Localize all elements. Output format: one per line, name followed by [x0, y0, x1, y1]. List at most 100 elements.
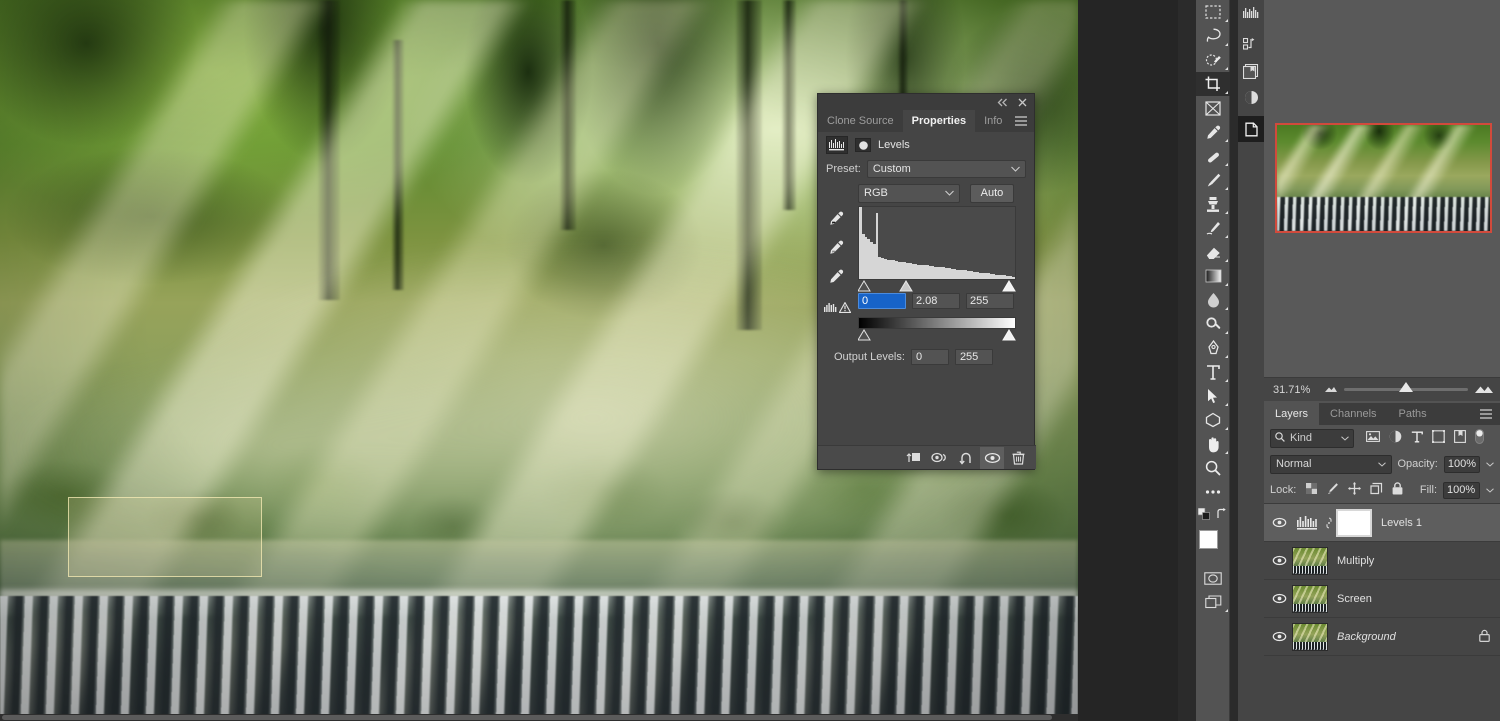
tools-panel[interactable] [1196, 0, 1230, 721]
tool-edit-toolbar[interactable] [1196, 480, 1230, 504]
tool-frame[interactable] [1196, 96, 1230, 120]
tool-quick-selection[interactable] [1196, 48, 1230, 72]
set-black-point-eyedropper[interactable] [828, 210, 845, 230]
tab-channels[interactable]: Channels [1319, 403, 1387, 425]
document-horizontal-scrollbar[interactable] [0, 714, 1078, 721]
tool-hand[interactable] [1196, 432, 1230, 456]
layer-thumbnail[interactable] [1292, 585, 1328, 613]
swap-colors-icon[interactable] [1216, 508, 1228, 520]
filter-pixel-layers-icon[interactable] [1366, 431, 1380, 445]
selection-marquee[interactable] [68, 497, 262, 577]
tab-info[interactable]: Info [975, 110, 1011, 132]
input-gamma-field[interactable]: 2.08 [912, 293, 960, 309]
double-chevron-left-icon[interactable] [994, 95, 1010, 109]
output-levels-slider[interactable] [858, 329, 1016, 341]
libraries-panel-icon[interactable] [1238, 58, 1264, 84]
panel-menu-icon[interactable] [1011, 110, 1031, 132]
levels-adjustment-thumbnail[interactable] [1290, 509, 1324, 537]
zoom-level-value[interactable]: 31.71% [1264, 384, 1324, 396]
layer-visibility-toggle[interactable] [1268, 555, 1290, 566]
tool-pen[interactable] [1196, 336, 1230, 360]
small-mountain-icon[interactable] [1324, 384, 1338, 396]
fill-value[interactable]: 100% [1443, 482, 1480, 499]
blend-mode-select[interactable]: Normal [1270, 455, 1392, 474]
levels-histogram[interactable] [858, 206, 1016, 280]
set-white-point-eyedropper[interactable] [828, 268, 845, 288]
filter-adjustment-layers-icon[interactable] [1389, 430, 1402, 446]
clipping-warning-icon[interactable] [839, 302, 851, 316]
reset-arrow-icon[interactable] [954, 447, 978, 469]
eye-icon[interactable] [980, 447, 1004, 469]
tool-polygon[interactable] [1196, 408, 1230, 432]
table-row[interactable]: Multiply [1264, 542, 1500, 580]
layer-thumbnail[interactable] [1292, 623, 1328, 651]
foreground-color-swatch[interactable] [1199, 530, 1218, 549]
properties-panel-tabs[interactable]: Clone Source Properties Info [818, 110, 1034, 132]
tool-eyedropper[interactable] [1196, 120, 1230, 144]
clipping-preview-icon[interactable] [824, 302, 838, 316]
histogram-panel-icon[interactable] [1238, 0, 1264, 26]
tab-layers[interactable]: Layers [1264, 403, 1319, 425]
zoom-slider-knob[interactable] [1399, 382, 1413, 392]
tool-gradient[interactable] [1196, 264, 1230, 288]
tool-dodge[interactable] [1196, 312, 1230, 336]
tool-blur[interactable] [1196, 288, 1230, 312]
fill-chevron-down-icon[interactable] [1486, 484, 1494, 496]
tool-zoom[interactable] [1196, 456, 1230, 480]
screen-mode-button[interactable] [1196, 590, 1230, 614]
layer-visibility-toggle[interactable] [1268, 517, 1290, 528]
zoom-slider[interactable] [1344, 388, 1468, 391]
layer-thumbnail[interactable] [1292, 547, 1328, 575]
lock-position-icon[interactable] [1348, 482, 1361, 498]
default-colors-icon[interactable] [1198, 508, 1210, 520]
input-white-field[interactable]: 255 [966, 293, 1014, 309]
output-black-field[interactable]: 0 [911, 349, 949, 365]
clip-to-layer-icon[interactable] [902, 447, 926, 469]
actions-panel-icon[interactable] [1238, 32, 1264, 58]
opacity-value[interactable]: 100% [1444, 456, 1480, 473]
trash-icon[interactable] [1006, 447, 1030, 469]
collapsed-panel-rail[interactable] [1238, 0, 1264, 721]
tool-horizontal-type[interactable] [1196, 360, 1230, 384]
layer-visibility-toggle[interactable] [1268, 593, 1290, 604]
properties-panel[interactable]: Clone Source Properties Info [817, 93, 1035, 470]
tab-properties[interactable]: Properties [903, 110, 975, 132]
table-row[interactable]: Screen [1264, 580, 1500, 618]
tool-path-selection[interactable] [1196, 384, 1230, 408]
properties-panel-titlebar[interactable] [818, 94, 1034, 110]
filter-toggle-switch-icon[interactable] [1475, 429, 1484, 447]
layer-mask-thumbnail[interactable] [1336, 509, 1372, 537]
tab-paths[interactable]: Paths [1388, 403, 1438, 425]
layers-panel[interactable]: Layers Channels Paths Kind [1264, 403, 1500, 721]
filter-shape-layers-icon[interactable] [1432, 430, 1445, 446]
tool-spot-healing-brush[interactable] [1196, 144, 1230, 168]
table-row[interactable]: Background [1264, 618, 1500, 656]
output-white-field[interactable]: 255 [955, 349, 993, 365]
color-swatch-controls[interactable] [1196, 504, 1230, 524]
filter-type-layers-icon[interactable] [1411, 431, 1423, 446]
quick-mask-button[interactable] [1196, 566, 1230, 590]
layer-filter-kind-select[interactable]: Kind [1270, 429, 1354, 448]
tool-history-brush[interactable] [1196, 216, 1230, 240]
lock-image-pixels-icon[interactable] [1326, 482, 1339, 498]
lock-transparent-pixels-icon[interactable] [1306, 483, 1317, 497]
layers-panel-tabs[interactable]: Layers Channels Paths [1264, 403, 1500, 425]
scrollbar-thumb[interactable] [2, 715, 1052, 720]
layer-list[interactable]: Levels 1 Multiply Scre [1264, 503, 1500, 656]
set-gray-point-eyedropper[interactable] [828, 239, 845, 259]
tool-crop[interactable] [1196, 72, 1230, 96]
input-black-field[interactable]: 0 [858, 293, 906, 309]
tool-lasso[interactable] [1196, 24, 1230, 48]
table-row[interactable]: Levels 1 [1264, 504, 1500, 542]
lock-all-icon[interactable] [1392, 482, 1403, 498]
adjustments-panel-icon[interactable] [1238, 84, 1264, 110]
tool-brush[interactable] [1196, 168, 1230, 192]
navigator-thumbnail[interactable] [1275, 123, 1492, 233]
panel-menu-icon[interactable] [1476, 403, 1496, 425]
tool-clone-stamp[interactable] [1196, 192, 1230, 216]
tool-rectangular-marquee[interactable] [1196, 0, 1230, 24]
tool-eraser[interactable] [1196, 240, 1230, 264]
navigator-panel[interactable] [1264, 0, 1500, 377]
eye-history-icon[interactable] [928, 447, 952, 469]
preset-select[interactable]: Custom [867, 160, 1026, 178]
